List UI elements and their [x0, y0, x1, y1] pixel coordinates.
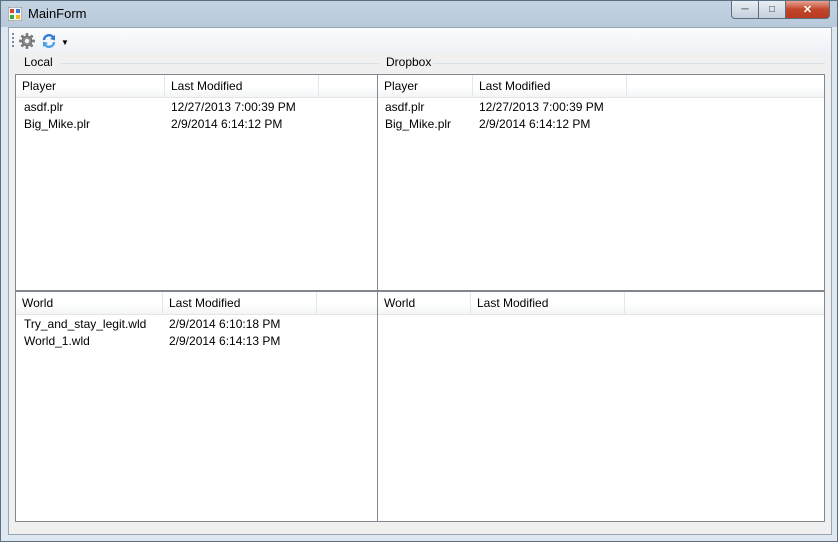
world-name: World_1.wld: [24, 334, 90, 348]
gear-icon[interactable]: [19, 33, 35, 49]
close-button[interactable]: ✕: [786, 1, 830, 19]
local-player-list[interactable]: Player Last Modified asdf.plr 12/27/2013…: [15, 74, 378, 291]
world-name: Try_and_stay_legit.wld: [24, 317, 147, 331]
last-modified: 12/27/2013 7:00:39 PM: [479, 100, 604, 114]
player-name: Big_Mike.plr: [385, 117, 452, 131]
list-header: Player Last Modified: [378, 75, 824, 98]
status-strip: [9, 524, 831, 534]
list-item[interactable]: Try_and_stay_legit.wld 2/9/2014 6:10:18 …: [16, 316, 377, 333]
column-header-filler[interactable]: [319, 75, 377, 97]
refresh-icon[interactable]: [41, 33, 57, 49]
list-item[interactable]: Big_Mike.plr 2/9/2014 6:14:12 PM: [16, 116, 377, 133]
minimize-icon: ─: [741, 4, 749, 15]
list-item[interactable]: World_1.wld 2/9/2014 6:14:13 PM: [16, 333, 377, 350]
list-item[interactable]: Big_Mike.plr 2/9/2014 6:14:12 PM: [378, 116, 824, 133]
column-header-last-modified[interactable]: Last Modified: [165, 75, 319, 97]
caption-buttons: ─ □ ✕: [731, 1, 830, 20]
column-header-world[interactable]: World: [16, 292, 163, 314]
column-header-filler[interactable]: [627, 75, 824, 97]
column-header-filler[interactable]: [625, 292, 824, 314]
column-header-last-modified[interactable]: Last Modified: [473, 75, 627, 97]
column-header-filler[interactable]: [317, 292, 377, 314]
column-header-player[interactable]: Player: [378, 75, 473, 97]
toolbar: ▼: [9, 28, 831, 53]
maximize-icon: □: [768, 4, 776, 15]
minimize-button[interactable]: ─: [731, 1, 759, 19]
column-header-world[interactable]: World: [378, 292, 471, 314]
column-header-player[interactable]: Player: [16, 75, 165, 97]
local-group-label: Local: [24, 55, 53, 69]
caret-down-icon[interactable]: ▼: [61, 39, 69, 47]
title-bar[interactable]: MainForm ─ □ ✕: [1, 1, 837, 27]
form-client-area: ▼ Local Dropbox Player Last Modified asd…: [8, 27, 832, 535]
local-world-list[interactable]: World Last Modified Try_and_stay_legit.w…: [15, 291, 378, 522]
last-modified: 2/9/2014 6:14:12 PM: [479, 117, 591, 131]
last-modified: 2/9/2014 6:14:12 PM: [171, 117, 283, 131]
last-modified: 2/9/2014 6:10:18 PM: [169, 317, 281, 331]
close-icon: ✕: [802, 4, 813, 16]
dropbox-player-list[interactable]: Player Last Modified asdf.plr 12/27/2013…: [377, 74, 825, 291]
list-item[interactable]: asdf.plr 12/27/2013 7:00:39 PM: [378, 99, 824, 116]
dropbox-group-divider: [433, 63, 825, 64]
toolbar-grip[interactable]: [12, 33, 14, 48]
dropbox-world-list[interactable]: World Last Modified: [377, 291, 825, 522]
player-name: asdf.plr: [385, 100, 425, 114]
last-modified: 12/27/2013 7:00:39 PM: [171, 100, 296, 114]
window-title: MainForm: [28, 6, 87, 21]
main-window: MainForm ─ □ ✕ ▼ Local Dropbox Player La…: [0, 0, 838, 542]
list-item[interactable]: asdf.plr 12/27/2013 7:00:39 PM: [16, 99, 377, 116]
maximize-button[interactable]: □: [759, 1, 786, 19]
app-icon: [8, 7, 22, 21]
column-header-last-modified[interactable]: Last Modified: [471, 292, 625, 314]
list-header: World Last Modified: [378, 292, 824, 315]
player-name: asdf.plr: [24, 100, 64, 114]
list-header: World Last Modified: [16, 292, 377, 315]
column-header-last-modified[interactable]: Last Modified: [163, 292, 317, 314]
player-name: Big_Mike.plr: [24, 117, 91, 131]
last-modified: 2/9/2014 6:14:13 PM: [169, 334, 281, 348]
list-header: Player Last Modified: [16, 75, 377, 98]
local-group-divider: [61, 63, 379, 64]
dropbox-group-label: Dropbox: [386, 55, 432, 69]
